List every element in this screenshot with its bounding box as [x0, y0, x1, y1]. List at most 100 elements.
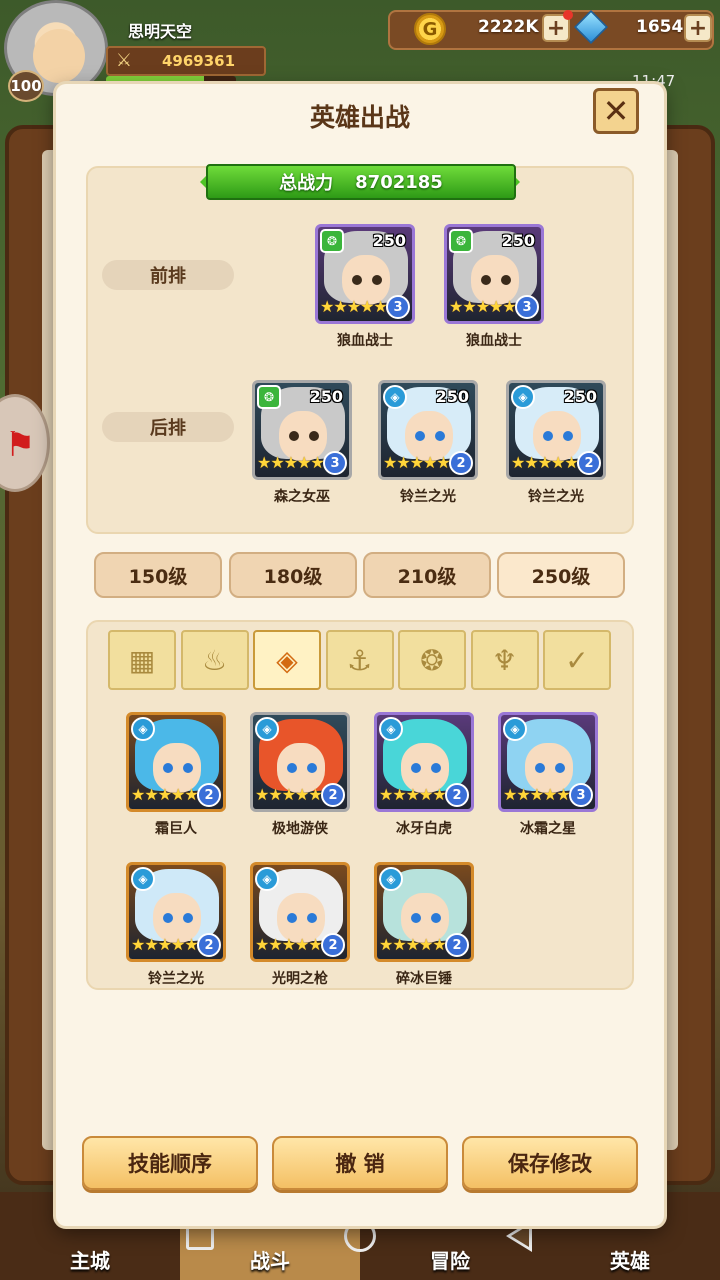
filter-tab-anchor-icon[interactable]: ⚓ — [325, 630, 394, 690]
close-button[interactable]: ✕ — [593, 88, 639, 134]
ice-faction-icon: ◈ — [511, 385, 535, 409]
hero-right-eye — [435, 431, 445, 441]
star-rating: ★★★★★ — [255, 785, 323, 804]
hero-right-eye — [555, 763, 565, 773]
level-filter-210[interactable]: 210级 — [363, 552, 491, 598]
hero-name: 铃兰之光 — [148, 971, 204, 987]
hero-rank-badge: 2 — [197, 783, 221, 807]
hero-card[interactable]: ◈ ★★★★★ 2 — [250, 712, 350, 812]
star-rating: ★★★★★ — [131, 785, 199, 804]
roster-hero-3[interactable]: ◈ ★★★★★ 2 冰牙白虎 — [374, 712, 476, 838]
hero-right-eye — [501, 275, 511, 285]
hero-left-eye — [543, 431, 553, 441]
hero-card[interactable]: ◈ ★★★★★ 3 — [498, 712, 598, 812]
hero-rank-badge: 3 — [515, 295, 539, 319]
save-changes-button[interactable]: 保存修改 — [462, 1136, 638, 1190]
recent-apps-icon[interactable] — [186, 1222, 214, 1250]
level-filter-180[interactable]: 180级 — [229, 552, 357, 598]
level-filter-150[interactable]: 150级 — [94, 552, 222, 598]
hero-left-eye — [535, 763, 545, 773]
hero-card[interactable]: ❂ 250 ★★★★★ 3 — [315, 224, 415, 324]
hero-rank-badge: 2 — [197, 933, 221, 957]
filter-tab-demon-icon[interactable]: ♆ — [470, 630, 539, 690]
star-rating: ★★★★★ — [383, 453, 451, 472]
gold-coin-icon: G — [414, 13, 446, 45]
skill-order-button[interactable]: 技能顺序 — [82, 1136, 258, 1190]
hero-level: 250 — [501, 231, 535, 250]
hero-name: 极地游侠 — [272, 821, 328, 837]
filter-tab-grid-icon[interactable]: ▦ — [108, 630, 176, 690]
filter-tab-ice-icon[interactable]: ◈ — [253, 630, 321, 690]
player-power-value: 4969361 — [162, 52, 236, 70]
front-row-label: 前排 — [102, 260, 234, 290]
ice-faction-icon: ◈ — [379, 867, 403, 891]
hero-name: 铃兰之光 — [400, 489, 456, 505]
hero-right-eye — [183, 913, 193, 923]
filter-tab-wing-icon[interactable]: ✓ — [543, 630, 611, 690]
hero-rank-badge: 2 — [577, 451, 601, 475]
roster-hero-2[interactable]: ◈ ★★★★★ 2 极地游侠 — [250, 712, 352, 838]
filter-tab-nature-icon[interactable]: ♨ — [180, 630, 249, 690]
hero-name: 狼血战士 — [337, 333, 393, 349]
hero-card[interactable]: ◈ ★★★★★ 2 — [126, 862, 226, 962]
beast-faction-icon: ❂ — [320, 229, 344, 253]
roster-hero-5[interactable]: ◈ ★★★★★ 2 铃兰之光 — [126, 862, 228, 988]
hero-right-eye — [431, 763, 441, 773]
hero-right-eye — [563, 431, 573, 441]
hero-left-eye — [289, 431, 299, 441]
hero-card[interactable]: ❂ 250 ★★★★★ 3 — [444, 224, 544, 324]
hero-level: 250 — [309, 387, 343, 406]
hero-rank-badge: 2 — [449, 451, 473, 475]
hero-card[interactable]: ❂ 250 ★★★★★ 3 — [252, 380, 352, 480]
hero-card[interactable]: ◈ ★★★★★ 2 — [250, 862, 350, 962]
hero-right-eye — [307, 913, 317, 923]
hero-card[interactable]: ◈ ★★★★★ 2 — [126, 712, 226, 812]
beast-faction-icon: ❂ — [449, 229, 473, 253]
front-row-hero-2[interactable]: ❂ 250 ★★★★★ 3 狼血战士 — [444, 224, 546, 350]
filter-tab-beast-icon[interactable]: ❂ — [398, 630, 466, 690]
hero-name: 霜巨人 — [155, 821, 197, 837]
back-row-hero-3[interactable]: ◈ 250 ★★★★★ 2 铃兰之光 — [506, 380, 608, 506]
hero-name: 光明之枪 — [272, 971, 328, 987]
hero-right-eye — [431, 913, 441, 923]
back-row-hero-2[interactable]: ◈ 250 ★★★★★ 2 铃兰之光 — [378, 380, 480, 506]
ice-faction-icon: ◈ — [131, 867, 155, 891]
total-power-label: 总战力 — [279, 173, 334, 194]
roster-hero-4[interactable]: ◈ ★★★★★ 3 冰霜之星 — [498, 712, 600, 838]
add-gems-button[interactable]: + — [684, 14, 712, 42]
dialog-title: 英雄出战 — [309, 103, 410, 132]
event-icon: ⚑ — [5, 425, 36, 465]
hero-left-eye — [163, 763, 173, 773]
cancel-button[interactable]: 撤 销 — [272, 1136, 448, 1190]
hero-card[interactable]: ◈ 250 ★★★★★ 2 — [378, 380, 478, 480]
total-power-value: 8702185 — [355, 171, 443, 193]
back-row-hero-1[interactable]: ❂ 250 ★★★★★ 3 森之女巫 — [252, 380, 354, 506]
gold-amount: 2222K — [478, 17, 539, 37]
player-name: 思明天空 — [128, 22, 193, 41]
front-row-hero-1[interactable]: ❂ 250 ★★★★★ 3 狼血战士 — [315, 224, 417, 350]
hero-left-eye — [411, 913, 421, 923]
hero-left-eye — [481, 275, 491, 285]
roster-hero-1[interactable]: ◈ ★★★★★ 2 霜巨人 — [126, 712, 228, 838]
hero-name: 冰霜之星 — [520, 821, 576, 837]
roster-hero-7[interactable]: ◈ ★★★★★ 2 碎冰巨锤 — [374, 862, 476, 988]
ice-faction-icon: ◈ — [131, 717, 155, 741]
hero-rank-badge: 2 — [321, 783, 345, 807]
hero-right-eye — [309, 431, 319, 441]
ice-faction-icon: ◈ — [503, 717, 527, 741]
hero-level: 250 — [435, 387, 469, 406]
star-rating: ★★★★★ — [449, 297, 517, 316]
level-filter-250[interactable]: 250级 — [497, 552, 625, 598]
hero-level: 250 — [372, 231, 406, 250]
hero-card[interactable]: ◈ 250 ★★★★★ 2 — [506, 380, 606, 480]
roster-hero-6[interactable]: ◈ ★★★★★ 2 光明之枪 — [250, 862, 352, 988]
hero-card[interactable]: ◈ ★★★★★ 2 — [374, 712, 474, 812]
hero-rank-badge: 3 — [386, 295, 410, 319]
hero-card[interactable]: ◈ ★★★★★ 2 — [374, 862, 474, 962]
hero-left-eye — [287, 913, 297, 923]
star-rating: ★★★★★ — [503, 785, 571, 804]
ice-faction-icon: ◈ — [379, 717, 403, 741]
star-rating: ★★★★★ — [257, 453, 325, 472]
hero-rank-badge: 2 — [321, 933, 345, 957]
hero-right-eye — [372, 275, 382, 285]
